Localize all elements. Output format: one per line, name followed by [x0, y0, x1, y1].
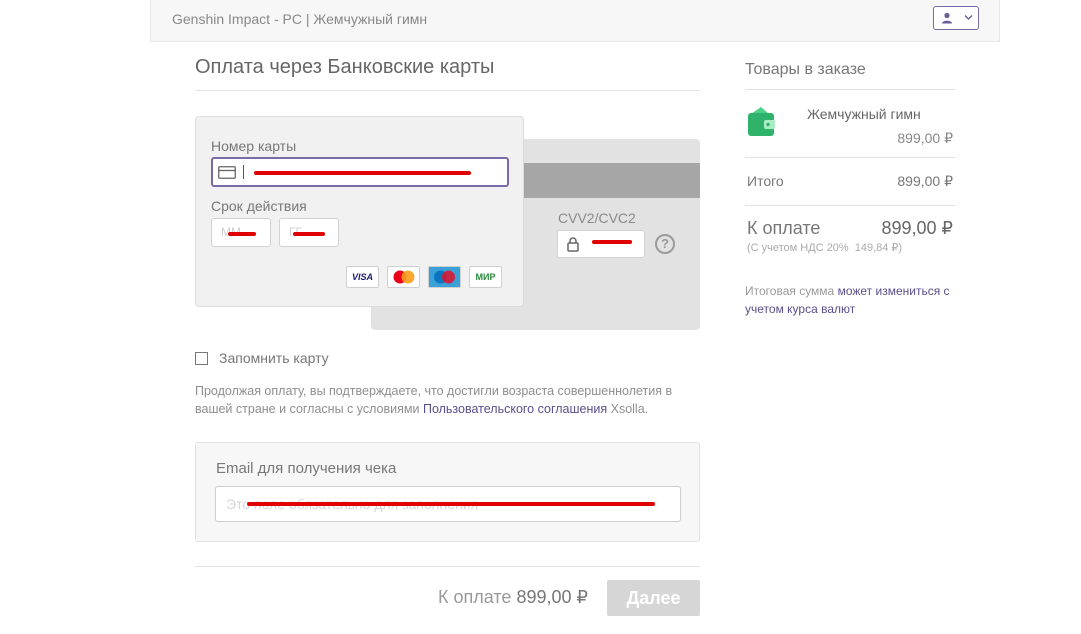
mastercard-logo [387, 266, 420, 288]
credit-card-icon [218, 166, 236, 179]
maestro-icon [429, 267, 460, 287]
page-title: Оплата через Банковские карты [195, 56, 495, 78]
expiry-month-input[interactable]: ММ [211, 218, 271, 247]
vat-value: 149,84 ₽) [854, 242, 903, 254]
user-agreement-link[interactable]: Пользовательского соглашения [423, 402, 607, 416]
redaction-mark [247, 502, 655, 506]
item-name: Жемчужный гимн [807, 106, 921, 122]
mastercard-icon [393, 270, 414, 284]
subtotal-value: 899,00 ₽ [897, 173, 953, 189]
pay-value: 899,00 ₽ [881, 218, 953, 238]
redaction-mark [293, 232, 325, 236]
footer-total: К оплате 899,00 ₽ [438, 587, 588, 608]
next-button[interactable]: Далее [607, 580, 700, 616]
vat-label: (С учетом НДС 20% [747, 242, 849, 254]
footer-total-value: 899,00 ₽ [516, 587, 588, 607]
footer-total-label: К оплате [438, 587, 512, 607]
card-brand-logos: VISA МИР [346, 266, 502, 288]
cvv-input[interactable] [557, 230, 645, 258]
mir-logo: МИР [469, 266, 502, 288]
remember-card-checkbox[interactable] [195, 351, 208, 365]
terms-text: Продолжая оплату, вы подтверждаете, что … [195, 382, 705, 418]
vat-info: (С учетом НДС 20% 149,84 ₽) [747, 241, 902, 254]
chevron-down-icon [964, 15, 973, 20]
page-header-title: Genshin Impact - PC | Жемчужный гимн [172, 11, 428, 27]
expiry-year-input[interactable]: ГГ [279, 218, 339, 247]
email-input[interactable]: Это поле обязательно для заполнения [215, 486, 681, 522]
card-front: Номер карты Срок действия ММ ГГ VISA [195, 116, 524, 307]
item-price: 899,00 ₽ [897, 130, 953, 146]
pay-label: К оплате [747, 218, 821, 238]
maestro-logo [428, 266, 461, 288]
redaction-mark [592, 240, 632, 244]
remember-card-row[interactable]: Запомнить карту [195, 350, 329, 366]
email-label: Email для получения чека [216, 460, 397, 477]
redaction-mark [228, 232, 256, 236]
top-bar: Genshin Impact - PC | Жемчужный гимн [150, 0, 1000, 42]
card-number-label: Номер карты [211, 138, 297, 154]
redaction-mark [254, 171, 471, 175]
email-section: Email для получения чека Это поле обязат… [195, 442, 700, 542]
divider [745, 205, 955, 206]
text-caret [243, 165, 244, 179]
expiry-label: Срок действия [211, 198, 307, 214]
currency-note-prefix: Итоговая сумма [745, 284, 835, 298]
summary-title: Товары в заказе [745, 61, 866, 78]
visa-logo: VISA [346, 266, 379, 288]
divider [195, 566, 700, 567]
terms-suffix: Xsolla. [610, 402, 649, 416]
cvv-label: CVV2/CVC2 [558, 210, 636, 226]
lock-icon [567, 237, 579, 252]
remember-card-label: Запомнить карту [219, 350, 329, 366]
divider [745, 89, 955, 90]
divider [195, 90, 700, 91]
user-icon [942, 12, 952, 24]
currency-note: Итоговая сумма может измениться с учетом… [745, 282, 960, 318]
help-icon[interactable]: ? [655, 234, 675, 254]
wallet-icon [748, 107, 775, 136]
card-number-input[interactable] [211, 157, 509, 187]
user-menu-button[interactable] [933, 6, 979, 30]
subtotal-label: Итого [747, 173, 784, 189]
divider [745, 157, 955, 158]
